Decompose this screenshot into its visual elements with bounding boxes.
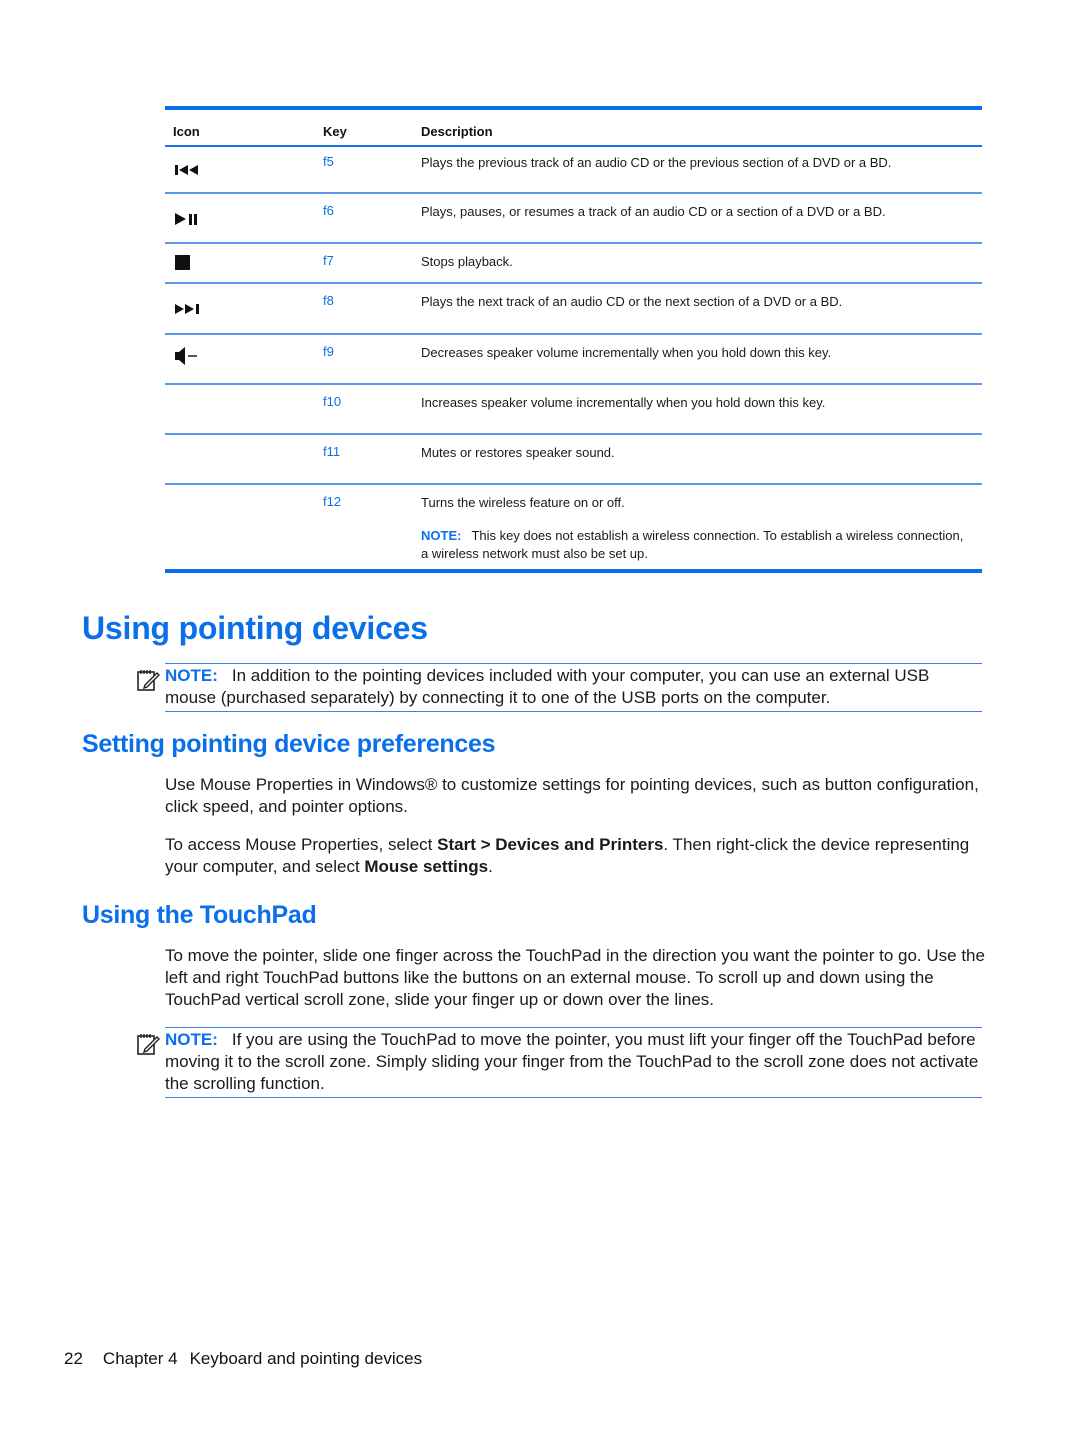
- header-description: Description: [421, 124, 493, 139]
- prefs-text: To access Mouse Properties, select: [165, 835, 438, 854]
- note-label: NOTE:: [421, 528, 462, 543]
- key-description: Plays, pauses, or resumes a track of an …: [421, 204, 886, 219]
- key-description: Increases speaker volume incrementally w…: [421, 395, 826, 410]
- key-label: f12: [323, 494, 342, 509]
- note-text: In addition to the pointing devices incl…: [165, 666, 930, 707]
- table-row: f12 Turns the wireless feature on or off…: [165, 485, 982, 569]
- note-text: If you are using the TouchPad to move th…: [165, 1030, 979, 1093]
- table-row: f10 Increases speaker volume incremental…: [165, 385, 982, 435]
- note-text: This key does not establish a wireless c…: [421, 528, 964, 561]
- play-pause-icon: [175, 213, 197, 225]
- key-label: f7: [323, 253, 334, 268]
- key-label: f5: [323, 154, 334, 169]
- table-row: f11 Mutes or restores speaker sound.: [165, 435, 982, 485]
- previous-track-icon: [175, 165, 198, 175]
- table-bottom-rule: [165, 569, 982, 573]
- table-row: f7 Stops playback.: [165, 244, 982, 284]
- key-description: Mutes or restores speaker sound.: [421, 445, 615, 460]
- section-title-pointing-devices: Using pointing devices: [82, 610, 428, 646]
- note-touchpad-scroll: NOTE: If you are using the TouchPad to mo…: [137, 1027, 982, 1098]
- key-label: f10: [323, 394, 342, 409]
- header-key: Key: [323, 124, 347, 139]
- table-row: f8 Plays the next track of an audio CD o…: [165, 284, 982, 335]
- key-label: f6: [323, 203, 334, 218]
- touchpad-paragraph: To move the pointer, slide one finger ac…: [165, 946, 985, 1009]
- key-description: Turns the wireless feature on or off.: [421, 495, 625, 510]
- table-row: f9 Decreases speaker volume incrementall…: [165, 335, 982, 385]
- note-label: NOTE:: [165, 1030, 218, 1049]
- note-label: NOTE:: [165, 666, 218, 685]
- prefs-paragraph-1: Use Mouse Properties in Windows® to cust…: [165, 775, 979, 816]
- note-pencil-icon: [137, 670, 160, 691]
- key-label: f9: [323, 344, 334, 359]
- chapter-label: Chapter 4: [102, 1349, 178, 1368]
- note-pencil-icon: [137, 1034, 160, 1055]
- key-description: Stops playback.: [421, 254, 513, 269]
- prefs-paragraph-2: To access Mouse Properties, select Start…: [165, 834, 985, 878]
- key-label: f11: [323, 444, 341, 459]
- header-icon: Icon: [173, 124, 200, 139]
- table-header-row: Icon Key Description: [165, 110, 982, 147]
- key-description: Decreases speaker volume incrementally w…: [421, 345, 832, 360]
- key-description: Plays the previous track of an audio CD …: [421, 155, 892, 170]
- page-footer: 22 Chapter 4 Keyboard and pointing devices: [64, 1349, 422, 1369]
- prefs-text: .: [488, 857, 493, 876]
- mouse-settings-label: Mouse settings: [364, 857, 489, 876]
- note-external-mouse: NOTE: In addition to the pointing devices…: [137, 663, 982, 712]
- page-number: 22: [64, 1349, 83, 1368]
- table-row: f5 Plays the previous track of an audio …: [165, 145, 982, 194]
- volume-down-icon: [175, 347, 197, 365]
- table-row: f6 Plays, pauses, or resumes a track of …: [165, 194, 982, 244]
- menu-path-start-devices: Start > Devices and Printers: [437, 835, 664, 854]
- table-note: NOTE: This key does not establish a wirel…: [421, 527, 966, 563]
- stop-icon: [175, 255, 190, 270]
- chapter-title: Keyboard and pointing devices: [189, 1349, 423, 1368]
- key-label: f8: [323, 293, 334, 308]
- section-title-touchpad: Using the TouchPad: [82, 901, 317, 929]
- key-description: Plays the next track of an audio CD or t…: [421, 294, 843, 309]
- next-track-icon: [175, 304, 199, 314]
- section-title-preferences: Setting pointing device preferences: [82, 730, 496, 758]
